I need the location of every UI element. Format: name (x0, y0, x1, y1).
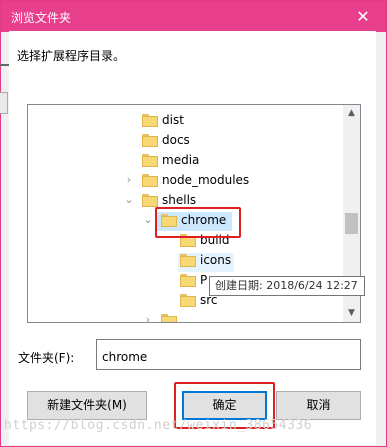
folder-icon (142, 154, 158, 167)
scroll-down-icon[interactable]: ▼ (343, 305, 360, 322)
tree-item-docs[interactable]: docs (28, 131, 348, 151)
tree-item-dist[interactable]: dist (28, 111, 348, 131)
watermark: https://blog.csdn.net/weixin_38654336 (4, 418, 313, 433)
folder-icon (142, 194, 158, 207)
tree-item-icons[interactable]: icons (28, 251, 348, 271)
scrollbar-thumb[interactable] (345, 213, 358, 234)
close-icon[interactable]: ✕ (340, 1, 386, 32)
tree-item-label: dist (162, 113, 184, 127)
cancel-button[interactable]: 取消 (276, 391, 361, 420)
folder-icon (180, 274, 196, 287)
chevron-right-icon[interactable]: › (124, 173, 134, 187)
background-window-edge (0, 92, 8, 114)
chevron-down-icon[interactable]: ⌄ (124, 193, 134, 207)
tree-item-label: P (200, 273, 208, 287)
folder-icon (142, 114, 158, 127)
tree-item-label: docs (162, 133, 190, 147)
folder-field-label: 文件夹(F): (18, 351, 75, 365)
folder-icon (180, 254, 196, 267)
tree-item-label: node_modules (162, 173, 250, 187)
folder-icon (161, 314, 177, 322)
title-bar[interactable]: 浏览文件夹 ✕ (1, 1, 386, 32)
tree-item-label: shells (162, 193, 197, 207)
tree-item-node-modules[interactable]: › node_modules (28, 171, 348, 191)
folder-input[interactable] (96, 339, 361, 370)
new-folder-button[interactable]: 新建文件夹(M) (27, 391, 147, 420)
tree-item-label: icons (200, 253, 232, 267)
chevron-down-icon[interactable]: ⌄ (143, 213, 153, 227)
background-window-edge (0, 64, 9, 66)
folder-icon (180, 294, 196, 307)
window-title: 浏览文件夹 (11, 11, 72, 25)
instruction-text: 选择扩展程序目录。 (17, 49, 126, 63)
tree-item-partial[interactable]: › (28, 311, 348, 322)
chevron-right-icon[interactable]: › (143, 313, 153, 322)
tree-item-media[interactable]: media (28, 151, 348, 171)
red-highlight-chrome (155, 207, 241, 238)
folder-icon (142, 134, 158, 147)
scroll-up-icon[interactable]: ▲ (343, 105, 360, 122)
tree-item-label: media (162, 153, 200, 167)
folder-icon (142, 174, 158, 187)
tooltip-created-date: 创建日期: 2018/6/24 12:27 (209, 276, 365, 296)
